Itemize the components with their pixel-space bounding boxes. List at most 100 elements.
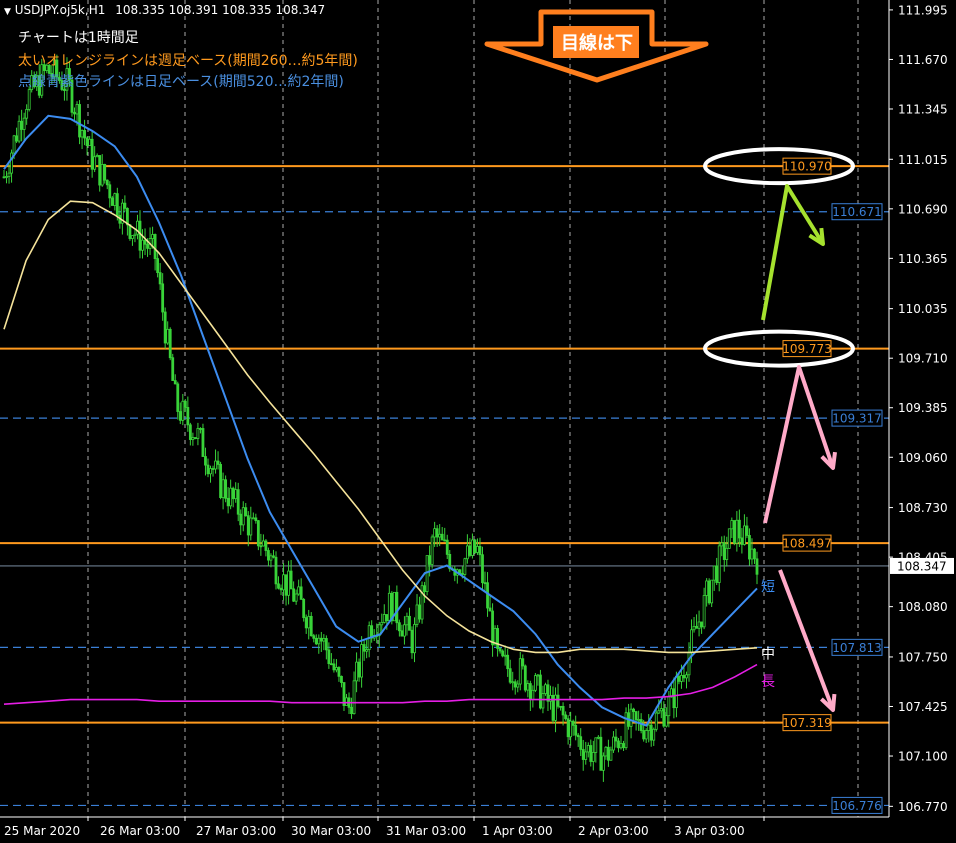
- candle-body-2: [7, 172, 11, 177]
- candle-body-127: [322, 638, 326, 642]
- candle-body-225: [569, 720, 573, 738]
- candle-body-69: [176, 383, 180, 412]
- candle-body-286: [722, 542, 726, 560]
- candle-body-37: [95, 155, 99, 158]
- candle-body-74: [188, 424, 192, 440]
- candle-body-52: [133, 233, 137, 236]
- y-tick-label-13: 107.750: [898, 650, 948, 664]
- ma-label-0: 短: [761, 579, 775, 595]
- candle-body-54: [138, 220, 142, 251]
- candle-body-185: [468, 545, 472, 556]
- candle-body-77: [196, 428, 200, 439]
- candle-body-109: [277, 583, 280, 589]
- candle-body-5: [15, 135, 18, 142]
- candle-body-8: [22, 117, 26, 130]
- x-tick-label-2: 27 Mar 03:00: [196, 824, 276, 838]
- candle-body-281: [710, 579, 714, 604]
- candle-body-103: [261, 540, 265, 547]
- candle-body-81: [206, 464, 210, 475]
- candle-body-73: [186, 407, 190, 426]
- candle-body-70: [178, 411, 182, 421]
- candle-body-95: [241, 507, 245, 526]
- x-tick-label-3: 30 Mar 03:00: [291, 824, 371, 838]
- candle-body-214: [541, 693, 545, 709]
- candle-body-184: [465, 545, 469, 560]
- candle-body-108: [274, 556, 278, 585]
- candle-body-257: [649, 724, 653, 741]
- price-chart[interactable]: 110.970 109.773 108.497 107.319 110.671 109.3…: [0, 0, 956, 843]
- candle-body-75: [191, 437, 195, 440]
- candle-body-94: [239, 513, 243, 526]
- candle-body-169: [428, 555, 432, 565]
- annotation-weekly: 太いオレンジラインは週足ベース(期間260…約5年間): [18, 53, 358, 69]
- candle-body-98: [249, 517, 253, 536]
- y-tick-label-9: 109.060: [898, 451, 948, 465]
- candle-body-87: [221, 479, 225, 498]
- candle-body-78: [199, 428, 202, 430]
- candle-body-238: [601, 755, 605, 771]
- candle-body-211: [533, 675, 537, 691]
- candle-body-186: [471, 539, 474, 556]
- candle-body-285: [720, 542, 724, 547]
- candle-body-204: [516, 683, 520, 688]
- chart-header: ▼ USDJPY.oj5k,H1 108.335 108.391 108.335…: [4, 3, 325, 17]
- candle-body-293: [740, 537, 744, 545]
- candle-body-297: [750, 548, 754, 560]
- candle-body-144: [365, 649, 369, 652]
- candle-body-171: [433, 528, 437, 538]
- candle-body-28: [73, 111, 76, 115]
- candle-body-158: [400, 630, 404, 637]
- candle-body-175: [443, 539, 447, 542]
- candle-body-262: [662, 708, 666, 727]
- candle-body-150: [380, 622, 384, 626]
- ohlc-label: 108.335 108.391 108.335 108.347: [115, 3, 326, 17]
- candle-body-226: [571, 720, 575, 726]
- candle-body-76: [193, 437, 197, 439]
- candle-body-133: [337, 667, 341, 677]
- candle-body-80: [204, 456, 207, 466]
- candle-body-245: [619, 743, 623, 749]
- candle-body-205: [518, 658, 522, 685]
- candle-body-197: [498, 648, 502, 652]
- candle-body-141: [357, 661, 361, 678]
- candle-body-284: [717, 545, 721, 583]
- candle-body-130: [329, 663, 333, 666]
- candle-body-192: [486, 582, 489, 609]
- candle-body-134: [340, 675, 343, 683]
- candle-body-101: [256, 520, 260, 547]
- candle-body-90: [229, 487, 233, 507]
- candle-body-113: [287, 570, 290, 596]
- candle-body-191: [483, 582, 487, 585]
- y-tick-label-1: 111.670: [898, 53, 948, 67]
- candle-body-246: [622, 743, 625, 749]
- collapse-triangle-icon[interactable]: ▼: [4, 7, 11, 17]
- candle-body-114: [289, 570, 293, 590]
- candle-body-97: [246, 515, 250, 536]
- y-tick-label-2: 111.345: [898, 102, 948, 116]
- candle-body-105: [267, 550, 270, 561]
- y-tick-label-14: 107.425: [898, 700, 948, 714]
- candle-body-165: [418, 604, 421, 620]
- candle-body-183: [463, 558, 467, 575]
- candle-body-128: [324, 638, 328, 651]
- candle-body-153: [387, 592, 391, 622]
- candle-body-266: [672, 688, 676, 709]
- candle-body-220: [556, 694, 560, 707]
- candle-body-252: [637, 719, 641, 721]
- candle-body-289: [730, 520, 734, 530]
- candle-body-230: [581, 749, 585, 760]
- candle-body-125: [317, 637, 321, 645]
- candle-body-132: [335, 667, 338, 671]
- candle-body-39: [100, 163, 104, 186]
- candle-body-166: [420, 585, 424, 620]
- candle-body-224: [566, 718, 570, 738]
- candle-body-129: [327, 649, 331, 665]
- candle-body-269: [680, 675, 683, 682]
- candle-body-182: [460, 573, 464, 575]
- candle-body-44: [113, 193, 117, 206]
- candle-body-203: [513, 681, 517, 688]
- candle-body-140: [355, 661, 358, 682]
- candle-body-215: [544, 684, 547, 694]
- candle-body-189: [478, 546, 482, 556]
- candle-body-63: [161, 283, 165, 313]
